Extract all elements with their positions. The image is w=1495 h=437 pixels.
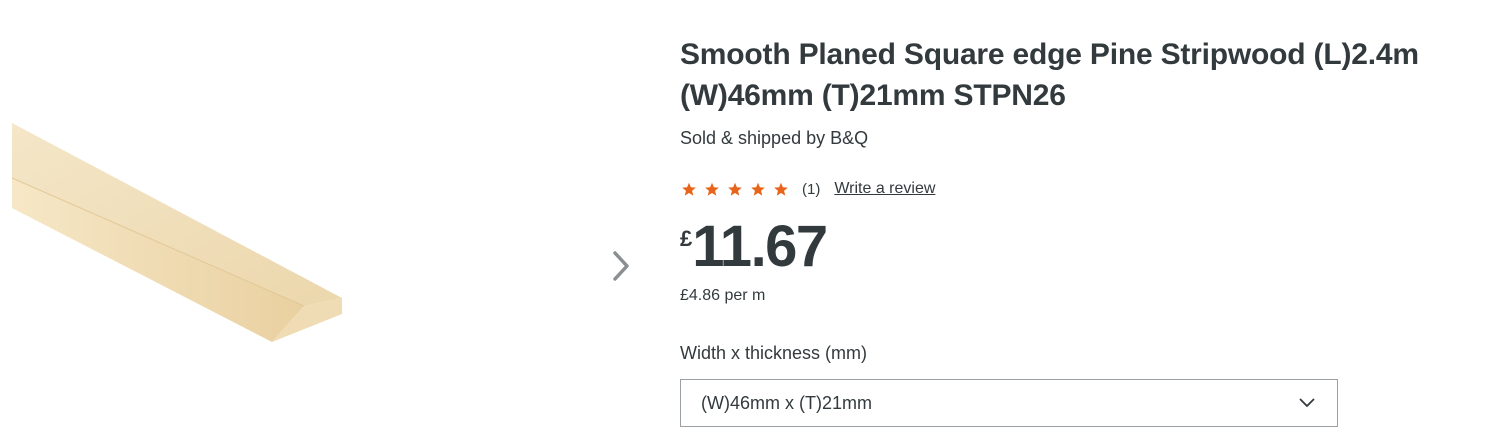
review-count: (1) xyxy=(802,180,821,198)
price: £ 11.67 xyxy=(680,212,828,282)
star-icon xyxy=(751,182,765,196)
product-image xyxy=(12,123,342,342)
product-title: Smooth Planed Square edge Pine Stripwood… xyxy=(680,38,1419,112)
star-icon xyxy=(728,182,742,196)
next-image-button[interactable] xyxy=(606,246,636,286)
star-icon xyxy=(774,182,788,196)
write-review-link[interactable]: Write a review xyxy=(834,180,935,198)
star-rating xyxy=(680,180,790,198)
size-select-value: (W)46mm x (T)21mm xyxy=(701,392,872,413)
star-icon xyxy=(682,182,696,196)
rating-row: (1) Write a review xyxy=(680,178,935,200)
unit-price: £4.86 per m xyxy=(680,287,766,304)
chevron-down-icon xyxy=(1299,398,1315,407)
product-gallery xyxy=(0,0,650,437)
size-select[interactable]: (W)46mm x (T)21mm xyxy=(680,379,1338,427)
option-label: Width x thickness (mm) xyxy=(680,343,868,363)
price-currency: £ xyxy=(680,226,693,251)
chevron-right-icon xyxy=(613,251,629,281)
star-icon xyxy=(705,182,719,196)
price-amount: 11.67 xyxy=(692,214,828,279)
seller-info: Sold & shipped by B&Q xyxy=(680,128,869,148)
